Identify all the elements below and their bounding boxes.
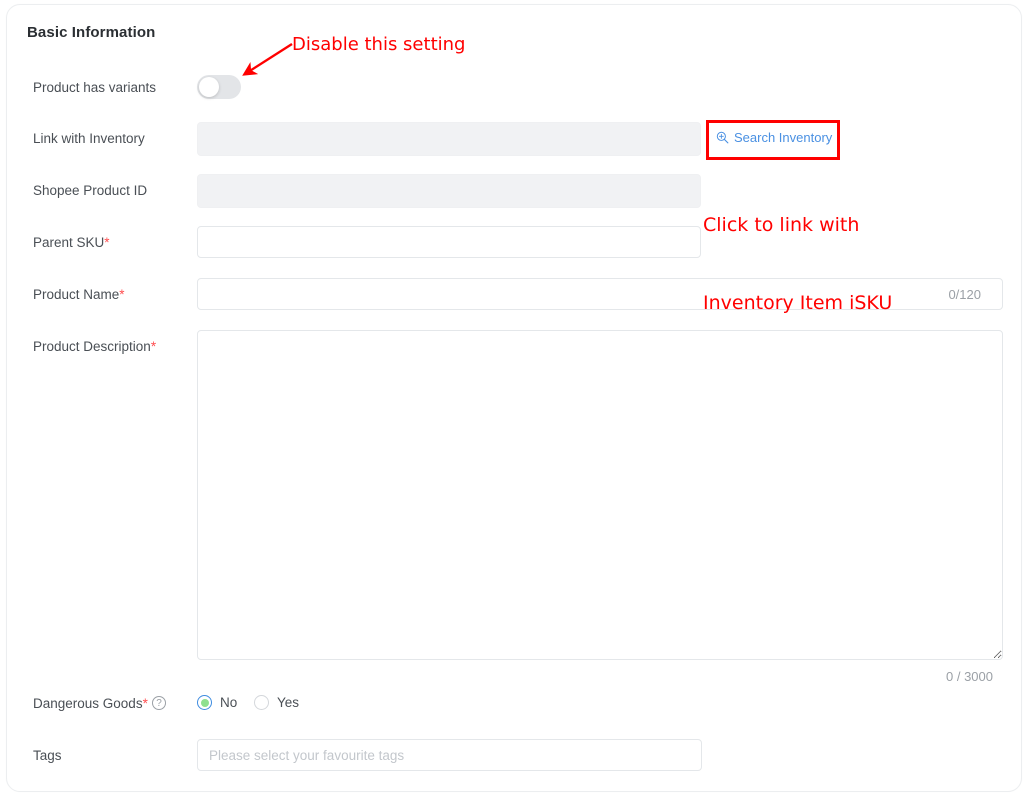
label-shopee-product-id: Shopee Product ID — [33, 183, 148, 198]
product-description-char-counter: 0 / 3000 — [946, 669, 993, 684]
search-inventory-label: Search Inventory — [734, 130, 833, 145]
label-parent-sku-text: Parent SKU — [33, 235, 105, 250]
label-product-name: Product Name* — [33, 287, 125, 302]
annotation-click-to-link: Click to link with Inventory Item iSKU — [703, 160, 892, 342]
toggle-knob — [199, 77, 219, 97]
link-with-inventory-input[interactable] — [197, 122, 701, 156]
product-description-textarea[interactable] — [197, 330, 1003, 660]
label-product-description: Product Description* — [33, 339, 156, 354]
annotation-disable-setting: Disable this setting — [292, 34, 466, 55]
label-link-with-inventory: Link with Inventory — [33, 131, 145, 146]
label-dangerous-goods: Dangerous Goods* — [33, 696, 148, 711]
label-product-has-variants: Product has variants — [33, 80, 157, 95]
radio-label: No — [220, 695, 238, 710]
search-inventory-button[interactable]: Search Inventory — [716, 130, 832, 145]
question-circle-icon[interactable]: ? — [152, 696, 166, 710]
basic-information-card: Basic Information Product has variants L… — [6, 4, 1022, 792]
required-asterisk: * — [150, 339, 157, 354]
radio-indicator — [197, 695, 212, 710]
label-dangerous-goods-text: Dangerous Goods — [33, 696, 143, 711]
product-has-variants-toggle[interactable] — [197, 75, 241, 99]
label-product-description-text: Product Description — [33, 339, 151, 354]
required-asterisk: * — [119, 287, 125, 302]
page-title: Basic Information — [27, 24, 156, 41]
dangerous-goods-radio-yes[interactable]: Yes — [254, 695, 299, 710]
label-product-name-text: Product Name — [33, 287, 120, 302]
required-asterisk: * — [104, 235, 110, 250]
label-tags: Tags — [33, 748, 62, 763]
zoom-in-icon — [716, 131, 729, 144]
required-asterisk: * — [142, 696, 148, 711]
annotation-click-line2: Inventory Item iSKU — [703, 292, 893, 314]
tags-input[interactable] — [197, 739, 702, 771]
dangerous-goods-radio-no[interactable]: No — [197, 695, 237, 710]
annotation-arrow — [242, 42, 293, 76]
product-name-char-counter: 0/120 — [948, 287, 981, 302]
radio-label: Yes — [277, 695, 300, 710]
shopee-product-id-input[interactable] — [197, 174, 701, 208]
label-parent-sku: Parent SKU* — [33, 235, 110, 250]
annotation-click-line1: Click to link with — [703, 214, 860, 236]
parent-sku-input[interactable] — [197, 226, 701, 258]
radio-indicator — [254, 695, 269, 710]
